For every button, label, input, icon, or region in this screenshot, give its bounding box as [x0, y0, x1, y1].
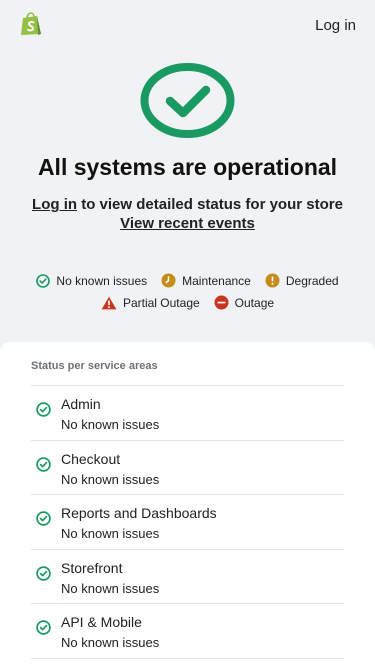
- service-status: No known issues: [61, 635, 160, 651]
- service-name: Checkout: [61, 450, 121, 467]
- detail-status-text: Log in to view detailed status for your …: [0, 196, 375, 213]
- shopify-logo-icon[interactable]: [18, 12, 44, 36]
- service-status: No known issues: [61, 580, 160, 596]
- login-detail-link[interactable]: Log in: [32, 196, 77, 213]
- top-bar: Log in: [0, 0, 375, 52]
- check-circle-icon: [36, 511, 51, 526]
- service-name: API & Mobile: [61, 614, 142, 631]
- service-row-admin: Admin No known issues: [31, 386, 344, 441]
- recent-events-link[interactable]: View recent events: [0, 215, 375, 232]
- legend-outage-label: Outage: [234, 295, 275, 310]
- check-circle-icon: [36, 566, 51, 581]
- check-circle-icon: [36, 402, 51, 417]
- service-name: Reports and Dashboards: [61, 505, 217, 522]
- service-list: Admin No known issues Checkout No known …: [31, 385, 344, 659]
- detail-status-suffix: to view detailed status for your store: [77, 196, 343, 213]
- legend-no-issues: No known issues: [36, 274, 147, 288]
- service-row-api-mobile: API & Mobile No known issues: [31, 604, 344, 659]
- legend-partial-outage-label: Partial Outage: [122, 295, 200, 310]
- status-headline: All systems are operational: [37, 154, 338, 180]
- check-circle-icon: [36, 456, 51, 472]
- legend-maintenance-label: Maintenance: [182, 273, 251, 288]
- login-link[interactable]: Log in: [315, 17, 356, 34]
- service-status: No known issues: [61, 417, 160, 432]
- minus-circle-icon: [214, 295, 229, 310]
- legend-no-issues-label: No known issues: [56, 273, 148, 288]
- service-status: No known issues: [61, 471, 160, 487]
- legend-degraded-label: Degraded: [285, 273, 339, 288]
- service-name: Storefront: [61, 559, 123, 576]
- legend-maintenance: Maintenance: [161, 273, 251, 288]
- legend-partial-outage: Partial Outage: [101, 296, 200, 310]
- service-status-panel: Status per service areas Admin No known …: [0, 342, 375, 667]
- service-name: Admin: [61, 396, 101, 412]
- service-row-checkout: Checkout No known issues: [31, 441, 344, 496]
- check-circle-icon: [36, 620, 51, 636]
- warning-triangle-icon: [101, 296, 117, 309]
- exclamation-circle-icon: [265, 273, 280, 288]
- check-circle-icon: [36, 273, 51, 288]
- legend-row-1: No known issues Maintenance Degraded: [0, 273, 375, 288]
- service-status: No known issues: [61, 526, 160, 542]
- clock-icon: [161, 273, 176, 288]
- service-row-storefront: Storefront No known issues: [31, 550, 344, 605]
- operational-check-icon: [140, 63, 235, 138]
- service-areas-title: Status per service areas: [31, 360, 158, 372]
- legend-outage: Outage: [214, 295, 274, 310]
- legend-row-2: Partial Outage Outage: [0, 295, 375, 310]
- service-row-reports: Reports and Dashboards No known issues: [31, 495, 344, 550]
- legend-degraded: Degraded: [265, 273, 339, 288]
